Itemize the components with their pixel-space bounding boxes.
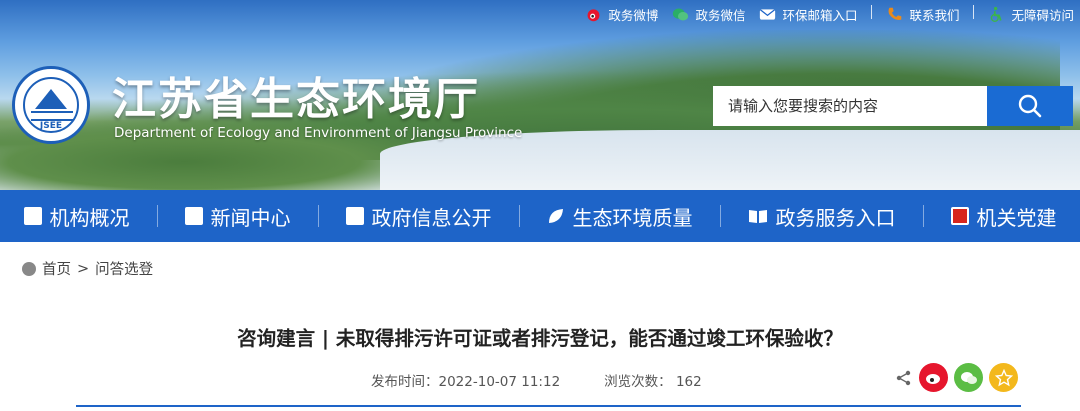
breadcrumb-current-link[interactable]: 问答选登	[95, 258, 153, 279]
book-icon	[748, 210, 767, 223]
search-input[interactable]	[713, 86, 987, 126]
nav-item-info-disclosure[interactable]: 政府信息公开	[345, 202, 492, 231]
main-content: 首页 > 问答选登 咨询建言 | 未取得排污许可证或者排污登记，能否通过竣工环保验收…	[0, 242, 1080, 411]
publish-time-value: 2022-10-07 11:12	[438, 374, 561, 390]
logo-waves-shape	[31, 111, 73, 121]
wechat-icon	[673, 8, 689, 21]
document-icon	[23, 207, 42, 225]
search-box	[713, 86, 1073, 126]
wechat-icon	[960, 371, 977, 384]
topbar-link-label: 政务微博	[608, 8, 659, 23]
news-icon	[184, 207, 203, 225]
nav-divider	[317, 205, 319, 227]
topbar-link-contact[interactable]: 联系我们	[886, 5, 959, 24]
view-count: 浏览次数： 162	[604, 370, 702, 390]
main-nav: 机构概况 新闻中心 政府信息公开 生态环境质量 政务服务入口 机关党建	[0, 190, 1080, 242]
share-wechat-button[interactable]	[954, 363, 983, 392]
phone-icon	[889, 7, 902, 20]
topbar-link-mail[interactable]: 环保邮箱入口	[759, 5, 857, 24]
logo-mountain-shape	[35, 89, 67, 109]
nav-item-label: 机关党建	[976, 205, 1057, 230]
mail-icon	[759, 8, 776, 20]
nav-item-services[interactable]: 政务服务入口	[748, 202, 896, 231]
share-bar	[895, 363, 1018, 392]
nav-item-eco-quality[interactable]: 生态环境质量	[547, 202, 693, 231]
header-banner: 政务微博 政务微信 环保邮箱入口 联系我们 无障碍访问 JSEE 江苏省生态环境…	[0, 0, 1080, 190]
accessibility-icon	[991, 6, 1003, 22]
leaf-icon	[548, 209, 563, 223]
share-icon[interactable]	[895, 369, 913, 387]
breadcrumb-home-link[interactable]: 首页	[42, 258, 71, 279]
publish-time: 发布时间：2022-10-07 11:12	[371, 370, 560, 390]
nav-divider	[156, 205, 158, 227]
nav-item-label: 政府信息公开	[371, 205, 492, 230]
topbar-link-label: 环保邮箱入口	[782, 8, 858, 23]
list-icon	[345, 207, 364, 225]
nav-divider	[518, 205, 520, 227]
topbar-link-weibo[interactable]: 政务微博	[585, 5, 658, 24]
article-meta: 发布时间：2022-10-07 11:12 浏览次数： 162	[371, 370, 702, 390]
topbar-link-wechat[interactable]: 政务微信	[672, 5, 745, 24]
weibo-icon	[925, 373, 940, 384]
nav-item-label: 机构概况	[49, 205, 130, 230]
favorite-icon	[994, 368, 1013, 386]
breadcrumb: 首页 > 问答选登	[22, 258, 153, 279]
view-count-value: 162	[675, 374, 702, 390]
topbar-link-label: 政务微信	[695, 8, 746, 23]
nav-item-label: 生态环境质量	[572, 205, 693, 230]
home-icon	[22, 261, 36, 276]
share-favorite-button[interactable]	[989, 363, 1018, 392]
search-button[interactable]	[987, 86, 1073, 126]
publish-time-label: 发布时间：	[371, 374, 439, 390]
article-title: 咨询建言 | 未取得排污许可证或者排污登记，能否通过竣工环保验收？	[237, 327, 843, 350]
weibo-icon	[587, 9, 600, 22]
breadcrumb-separator: >	[77, 260, 90, 277]
topbar-link-accessibility[interactable]: 无障碍访问	[988, 5, 1074, 24]
site-title: 江苏省生态环境厅	[112, 74, 480, 125]
title-underline	[76, 405, 1021, 407]
nav-divider	[922, 205, 924, 227]
site-logo[interactable]: JSEE	[12, 66, 90, 144]
topbar-link-label: 联系我们	[909, 8, 960, 23]
nav-item-label: 新闻中心	[210, 205, 291, 230]
nav-item-party[interactable]: 机关党建	[950, 202, 1057, 231]
search-icon	[1018, 94, 1042, 118]
share-weibo-button[interactable]	[919, 363, 948, 392]
nav-item-label: 政务服务入口	[775, 205, 896, 230]
party-flag-icon	[950, 207, 969, 225]
topbar-divider	[973, 5, 975, 19]
site-subtitle: Department of Ecology and Environment of…	[114, 125, 523, 141]
logo-text: JSEE	[39, 121, 63, 131]
topbar-divider	[871, 5, 873, 19]
nav-item-news[interactable]: 新闻中心	[184, 202, 291, 231]
view-count-label: 浏览次数：	[604, 374, 672, 390]
top-links-bar: 政务微博 政务微信 环保邮箱入口 联系我们 无障碍访问	[585, 5, 1074, 24]
topbar-link-label: 无障碍访问	[1011, 8, 1074, 23]
nav-item-organization[interactable]: 机构概况	[23, 202, 130, 231]
nav-divider	[719, 205, 721, 227]
